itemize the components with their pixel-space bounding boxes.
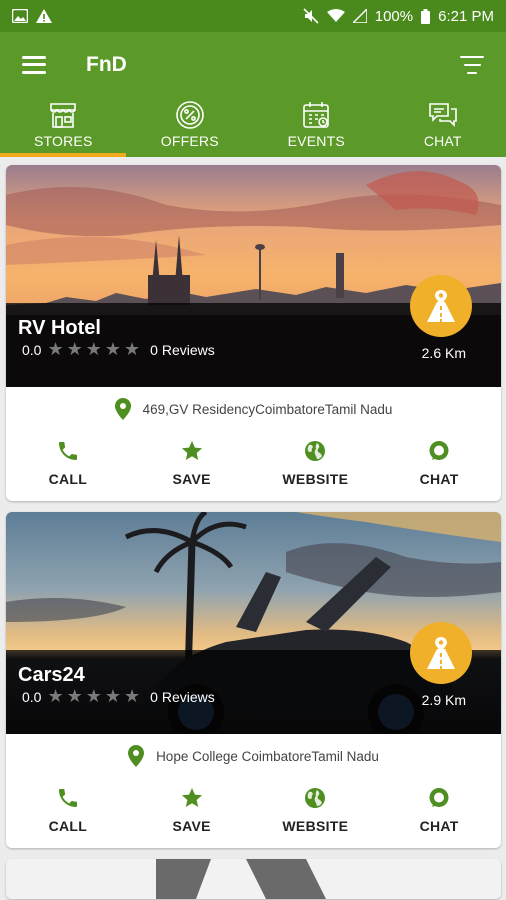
app-title: FnD — [86, 52, 127, 76]
store-address: Hope College CoimbatoreTamil Nadu — [156, 748, 379, 764]
road-pin-icon — [427, 290, 455, 322]
rating-row: 0.0 ★ ★ ★ ★ ★ 0 Reviews — [22, 339, 215, 360]
chat-button[interactable]: CHAT — [377, 786, 501, 834]
chat-bubble-icon — [429, 788, 449, 807]
rating-value: 0.0 — [22, 688, 42, 705]
store-icon — [50, 103, 77, 128]
website-button[interactable]: WEBSITE — [254, 786, 378, 834]
road-pin-icon — [427, 637, 455, 669]
star-icon: ★ — [104, 339, 122, 359]
store-list[interactable]: RV Hotel 0.0 ★ ★ ★ ★ ★ 0 Reviews 2.6 Km 4 — [0, 157, 506, 899]
star-icon — [181, 788, 202, 807]
chat-bubbles-icon — [428, 103, 457, 127]
tab-bar: STORES OFFERS EVENTS CHAT — [0, 97, 506, 157]
store-name: Cars24 — [18, 664, 85, 686]
tab-events[interactable]: EVENTS — [253, 97, 380, 157]
store-card[interactable]: RV Hotel 0.0 ★ ★ ★ ★ ★ 0 Reviews 2.6 Km 4 — [6, 165, 501, 501]
location-pin-icon — [128, 745, 145, 767]
store-image: Cars24 0.0 ★ ★ ★ ★ ★ 0 Reviews 2.9 Km — [6, 512, 501, 734]
store-name: RV Hotel — [18, 317, 101, 339]
star-icon: ★ — [124, 686, 141, 706]
app-bar: FnD — [0, 32, 506, 97]
alert-icon — [36, 9, 52, 23]
active-tab-indicator — [0, 153, 126, 157]
website-label: WEBSITE — [282, 471, 349, 487]
rating-row: 0.0 ★ ★ ★ ★ ★ 0 Reviews — [22, 686, 215, 707]
distance-label: 2.9 Km — [421, 692, 466, 708]
wifi-icon — [326, 9, 345, 22]
tab-label: STORES — [33, 133, 93, 149]
globe-icon — [305, 441, 326, 461]
store-image — [6, 859, 501, 899]
star-rating: ★ ★ ★ ★ ★ — [47, 339, 140, 360]
battery-icon — [421, 8, 431, 24]
call-label: CALL — [48, 818, 88, 834]
directions-button[interactable] — [410, 275, 472, 337]
tab-label: OFFERS — [160, 133, 219, 149]
save-label: SAVE — [172, 818, 211, 834]
star-icon: ★ — [47, 686, 64, 706]
tab-label: EVENTS — [287, 133, 345, 149]
star-icon: ★ — [66, 339, 83, 359]
star-rating: ★ ★ ★ ★ ★ — [47, 686, 140, 707]
star-icon: ★ — [66, 686, 83, 706]
star-icon: ★ — [47, 339, 64, 359]
store-image: RV Hotel 0.0 ★ ★ ★ ★ ★ 0 Reviews 2.6 Km — [6, 165, 501, 387]
signal-icon — [352, 9, 367, 23]
tab-stores[interactable]: STORES — [0, 97, 127, 157]
chat-bubble-icon — [429, 441, 449, 460]
tab-label: CHAT — [423, 133, 462, 149]
review-count: 0 Reviews — [150, 341, 215, 358]
hamburger-icon[interactable] — [22, 55, 46, 74]
star-icon: ★ — [85, 686, 102, 706]
store-address: 469,GV ResidencyCoimbatoreTamil Nadu — [142, 401, 393, 417]
globe-icon — [305, 788, 326, 808]
address-row: Hope College CoimbatoreTamil Nadu — [6, 734, 501, 778]
phone-icon — [58, 789, 77, 807]
filter-icon[interactable] — [460, 55, 484, 74]
status-bar: 100% 6:21 PM — [0, 0, 506, 32]
location-pin-icon — [114, 398, 131, 420]
website-label: WEBSITE — [282, 818, 349, 834]
chat-label: CHAT — [419, 818, 459, 834]
percent-badge-icon — [175, 101, 204, 129]
save-button[interactable]: SAVE — [130, 439, 254, 487]
phone-icon — [58, 442, 77, 460]
chat-label: CHAT — [419, 471, 459, 487]
directions-button[interactable] — [410, 622, 472, 684]
chat-button[interactable]: CHAT — [377, 439, 501, 487]
battery-percent: 100% — [374, 7, 414, 25]
clock: 6:21 PM — [438, 7, 494, 25]
save-button[interactable]: SAVE — [130, 786, 254, 834]
star-icon — [181, 441, 202, 460]
calendar-icon — [303, 102, 330, 128]
review-count: 0 Reviews — [150, 688, 215, 705]
store-card[interactable] — [6, 859, 501, 899]
tab-offers[interactable]: OFFERS — [127, 97, 254, 157]
card-actions: CALL SAVE WEBSITE CHAT — [6, 431, 501, 501]
rating-value: 0.0 — [22, 341, 42, 358]
star-icon: ★ — [104, 686, 122, 706]
image-icon — [12, 9, 28, 23]
card-actions: CALL SAVE WEBSITE CHAT — [6, 778, 501, 848]
star-icon: ★ — [85, 339, 102, 359]
mute-icon — [303, 8, 319, 24]
website-button[interactable]: WEBSITE — [254, 439, 378, 487]
star-icon: ★ — [124, 339, 141, 359]
call-button[interactable]: CALL — [6, 786, 130, 834]
save-label: SAVE — [172, 471, 211, 487]
tab-chat[interactable]: CHAT — [380, 97, 506, 157]
call-label: CALL — [48, 471, 88, 487]
address-row: 469,GV ResidencyCoimbatoreTamil Nadu — [6, 387, 501, 431]
distance-label: 2.6 Km — [421, 345, 466, 361]
store-card[interactable]: Cars24 0.0 ★ ★ ★ ★ ★ 0 Reviews 2.9 Km Hop — [6, 512, 501, 848]
call-button[interactable]: CALL — [6, 439, 130, 487]
